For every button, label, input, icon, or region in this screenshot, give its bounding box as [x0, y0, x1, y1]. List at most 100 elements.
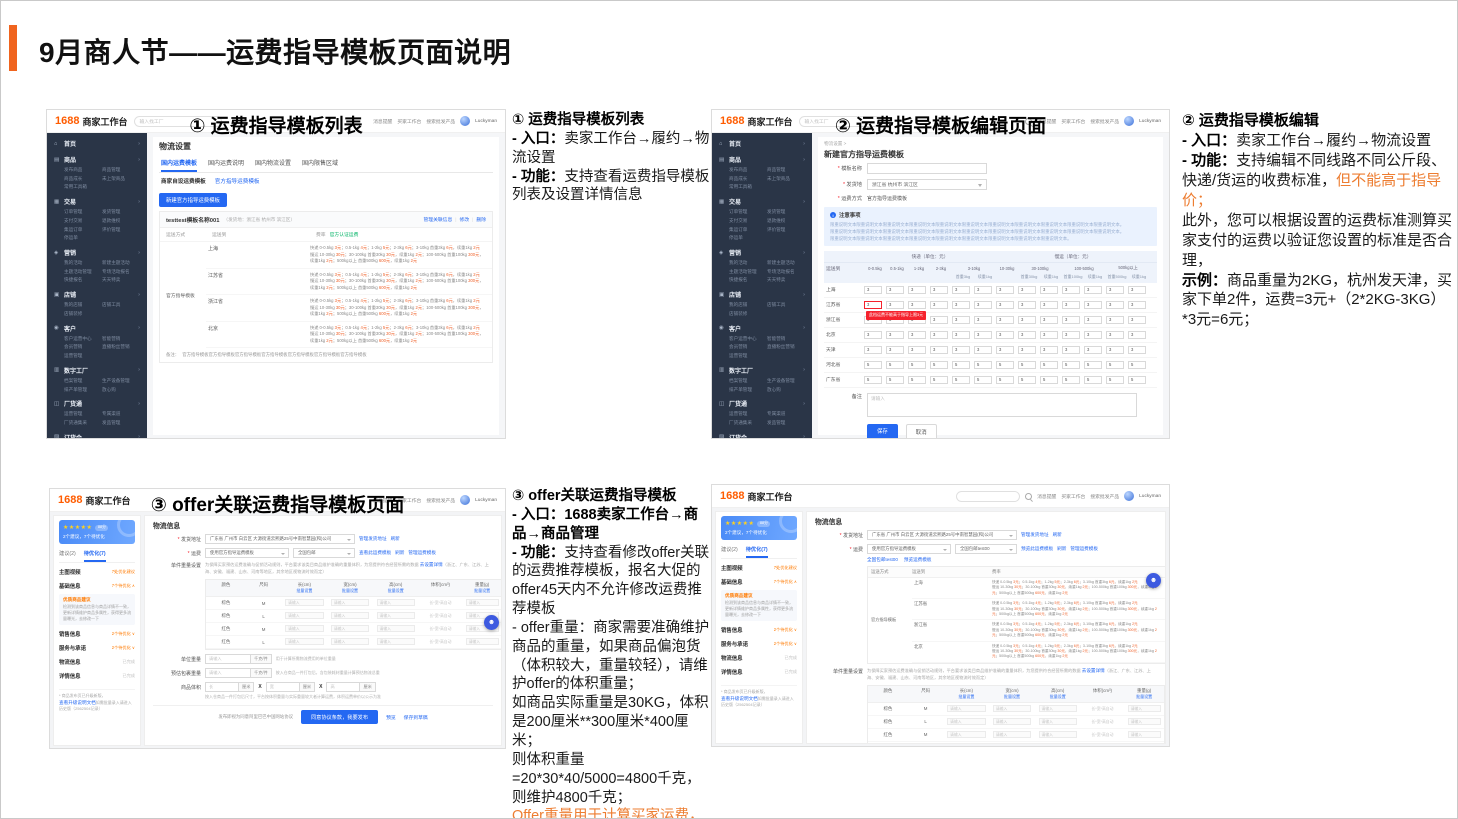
sidebar-group[interactable]: ▣ 店铺 我的店铺店铺工具店铺装修	[719, 288, 805, 318]
sidebar-group[interactable]: ⌂ 首页	[54, 137, 140, 150]
rate-input[interactable]: 3	[1040, 346, 1058, 354]
rate-input[interactable]: 5	[996, 376, 1014, 384]
sidebar-group[interactable]: ▣ 店铺 我的店铺店铺工具店铺装修	[54, 288, 140, 318]
logo-1688[interactable]: 1688	[720, 490, 744, 502]
rate-input[interactable]: 5	[1018, 361, 1036, 369]
weight-input[interactable]: 请输入	[466, 638, 499, 645]
sidebar-subitem[interactable]: 发品管理	[102, 419, 140, 428]
rate-input[interactable]: 3	[1128, 316, 1146, 324]
template-type-link[interactable]: 商家自设运费模板	[161, 177, 206, 185]
rate-input[interactable]: 3	[886, 301, 904, 309]
freight-scope-select[interactable]: 全国包邮	[293, 548, 355, 558]
sidebar-subitem[interactable]: 智能营销	[102, 335, 140, 344]
sidebar-subitem[interactable]: 发品管理	[767, 419, 805, 428]
height-input[interactable]: 请输入	[377, 625, 415, 632]
rate-input[interactable]: 3	[996, 301, 1014, 309]
sidebar-subitem[interactable]: 新建主题活动	[102, 259, 140, 268]
rate-input[interactable]: 5	[1128, 361, 1146, 369]
rate-input[interactable]: 3	[974, 331, 992, 339]
sidebar-subitem[interactable]: 店铺工具	[102, 301, 140, 310]
sidebar-subitem[interactable]: 发布商品	[64, 166, 102, 175]
header-link[interactable]: 搜索批发产品	[426, 497, 455, 504]
template-name-input[interactable]	[867, 163, 987, 174]
rate-input[interactable]: 3	[930, 301, 948, 309]
sidebar-subitem[interactable]: 客户运营中心	[729, 335, 767, 344]
rate-input[interactable]: 3	[1084, 346, 1102, 354]
sidebar-subitem[interactable]: 天天特卖	[767, 276, 805, 285]
review-item[interactable]: 详情信息已完成	[721, 665, 797, 679]
rate-input[interactable]: 3	[1084, 286, 1102, 294]
freight-link[interactable]: 刷新	[1057, 546, 1066, 552]
footer-link[interactable]: 预览	[386, 714, 396, 721]
logo-1688[interactable]: 1688	[720, 115, 744, 127]
rate-input[interactable]: 5	[996, 361, 1014, 369]
sidebar-group[interactable]: ▨ 订货会 订货会报名直播订货会客户管理	[719, 431, 805, 439]
rate-input[interactable]: 5	[908, 361, 926, 369]
batch-set-link[interactable]: 批量设置	[327, 588, 373, 594]
sidebar-group[interactable]: ▦ 交易 订单管理发货管理支付交易退款维权集运订单评价管理停运单	[54, 195, 140, 243]
rate-input[interactable]: 3	[996, 286, 1014, 294]
sidebar-subitem[interactable]: 厂货通集采	[64, 419, 102, 428]
weight-input[interactable]: 请输入	[1128, 705, 1161, 712]
rate-input[interactable]: 5	[1084, 376, 1102, 384]
width-input[interactable]: 请输入	[993, 731, 1031, 738]
rate-input[interactable]: 3	[908, 286, 926, 294]
rate-input[interactable]: 5	[864, 361, 882, 369]
volume-height-input[interactable]: 高	[326, 682, 360, 692]
rate-input[interactable]: 5	[1062, 361, 1080, 369]
sidebar-subitem[interactable]: 运营管理	[64, 410, 102, 419]
sidebar-group[interactable]: ◈ 营销 我的活动新建主题活动主题活动管理专场活动报名快捷报名天天特卖	[54, 246, 140, 285]
width-input[interactable]: 请输入	[331, 625, 369, 632]
volume-length-input[interactable]: 长	[205, 682, 239, 692]
header-link[interactable]: 消息提醒	[1037, 493, 1056, 500]
sidebar-subitem[interactable]: 未上架商品	[102, 175, 140, 184]
rate-input[interactable]: 5	[952, 361, 970, 369]
sidebar-subitem[interactable]: 订单管理	[729, 208, 767, 217]
review-item[interactable]: 主图视频7处优化建议	[59, 565, 135, 579]
sidebar-subitem[interactable]: 退款维权	[767, 217, 805, 226]
weight-input[interactable]: 请输入	[1128, 731, 1161, 738]
rate-input[interactable]: 3	[864, 286, 882, 294]
rate-input[interactable]: 3	[1062, 301, 1080, 309]
sidebar-group[interactable]: ▦ 交易 订单管理发货管理支付交易退款维权集运订单评价管理停运单	[719, 195, 805, 243]
length-input[interactable]: 请输入	[947, 718, 985, 725]
review-tab[interactable]: 建议(2)	[59, 548, 76, 562]
rate-input[interactable]: 3	[1062, 331, 1080, 339]
rate-input[interactable]: 5	[1106, 361, 1124, 369]
sidebar-subitem[interactable]: 厂货通集采	[729, 419, 767, 428]
rate-input[interactable]: 3	[864, 331, 882, 339]
sidebar-subitem[interactable]: 支付交易	[64, 217, 102, 226]
header-link[interactable]: 消息提醒	[373, 118, 392, 125]
rate-input[interactable]: 3	[1040, 301, 1058, 309]
rate-input[interactable]: 5	[930, 361, 948, 369]
rate-input[interactable]: 3	[1062, 346, 1080, 354]
search-input[interactable]	[956, 491, 1020, 502]
sidebar-subitem[interactable]: 放心购	[767, 386, 805, 395]
assistant-button[interactable]: ☻	[484, 615, 499, 630]
sidebar-subitem[interactable]: 主题活动管理	[729, 268, 767, 277]
rate-input[interactable]: 3	[1018, 331, 1036, 339]
header-link[interactable]: 搜索批发产品	[1090, 118, 1119, 125]
sidebar-subitem[interactable]: 商品管理	[767, 166, 805, 175]
height-input[interactable]: 请输入	[1039, 705, 1077, 712]
rate-input[interactable]: 3	[1084, 301, 1102, 309]
tab[interactable]: 国内运费说明	[208, 158, 244, 172]
rate-input[interactable]: 5	[952, 376, 970, 384]
rate-input[interactable]: 3	[974, 316, 992, 324]
length-input[interactable]: 请输入	[285, 625, 323, 632]
length-input[interactable]: 请输入	[285, 599, 323, 606]
batch-set-link[interactable]: 批量设置	[282, 588, 328, 594]
rate-input[interactable]: 3	[1084, 331, 1102, 339]
sidebar-subitem[interactable]: 排产单管理	[64, 386, 102, 395]
header-link[interactable]: 搜索批发产品	[1090, 493, 1119, 500]
sidebar-subitem[interactable]: 生产设备管理	[767, 377, 805, 386]
sidebar-subitem[interactable]: 店铺装修	[64, 310, 102, 319]
rate-input[interactable]: 3	[864, 301, 882, 309]
rate-input[interactable]: 3	[886, 346, 904, 354]
review-item[interactable]: 详情信息已完成	[59, 669, 135, 683]
sidebar-group[interactable]: ◈ 营销 我的活动新建主题活动主题活动管理专场活动报名快捷报名天天特卖	[719, 246, 805, 285]
rate-input[interactable]: 3	[996, 331, 1014, 339]
review-item[interactable]: 销售信息2个待优化 ∨	[59, 627, 135, 641]
sidebar-subitem[interactable]: 专场活动报名	[767, 268, 805, 277]
address-link[interactable]: 管理发货地址	[1021, 532, 1049, 538]
